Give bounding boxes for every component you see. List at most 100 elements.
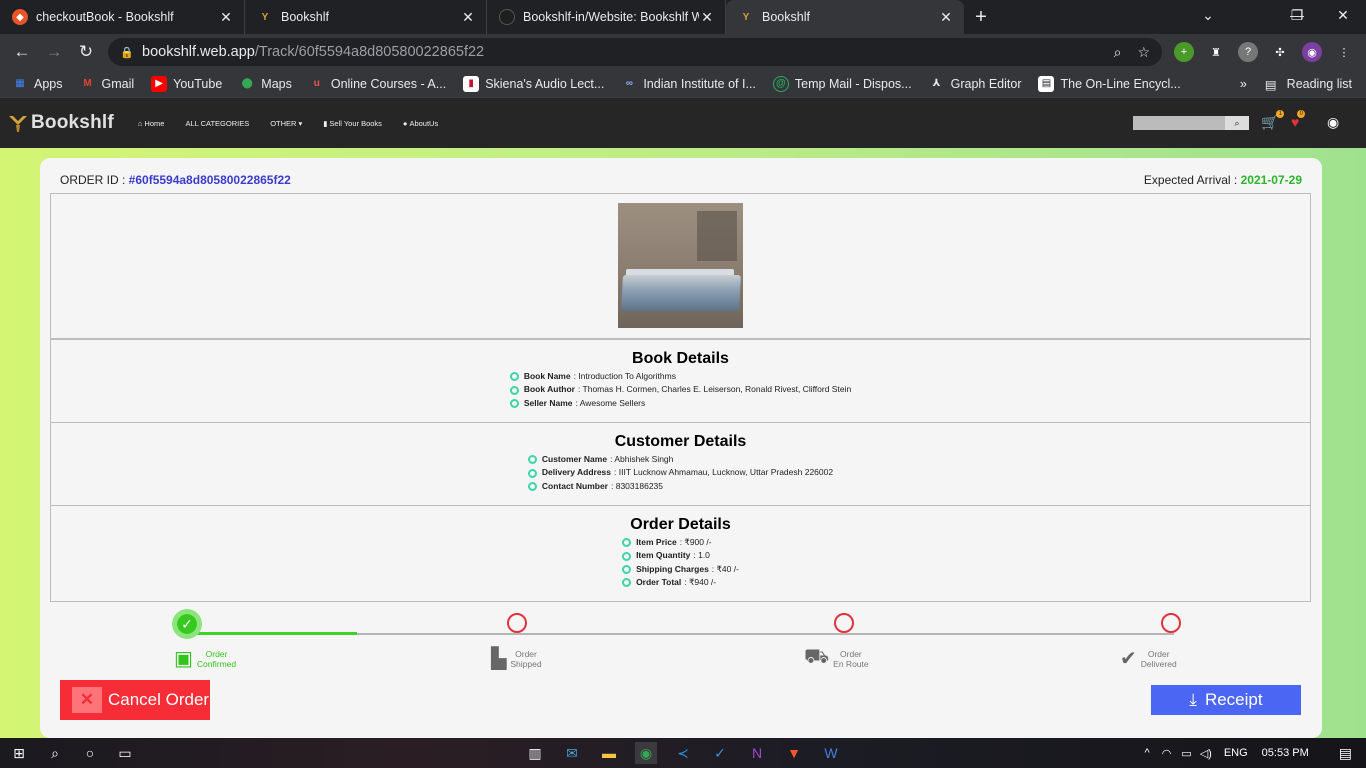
maps-pin-icon: ⬤ [241,78,253,89]
close-tab-icon[interactable]: ✕ [938,9,954,26]
customer-details-section: Customer Details Customer Name: Abhishek… [50,422,1311,506]
extensions-puzzle-icon[interactable]: ✣ [1270,42,1290,62]
nav-about[interactable]: ● AboutUs [403,119,438,128]
windows-start-icon[interactable]: ⊞ [8,742,30,764]
bookshlf-logo-icon: Y [261,11,269,23]
nav-all-categories[interactable]: ALL CATEGORIES [185,119,249,128]
page-background: ORDER ID : #60f5594a8d80580022865f22 Exp… [0,148,1366,738]
double-check-icon: ✔ [1120,648,1137,670]
wishlist-heart-icon[interactable]: ♥ 0 [1291,110,1306,130]
language-indicator[interactable]: ENG [1224,747,1248,759]
detail-order-total: Order Total: ₹940 /- [622,576,739,589]
bookmark-star-icon[interactable]: ☆ [1137,44,1150,61]
nav-other[interactable]: OTHER ▾ [270,119,302,128]
bookmark-iiit[interactable]: ∞ Indian Institute of I... [621,76,756,92]
bookmark-skiena[interactable]: ▮ Skiena's Audio Lect... [463,75,604,92]
task-view-icon[interactable]: ▭ [114,742,136,764]
nav-home[interactable]: ⌂ Home [138,119,165,128]
menu-dots-icon[interactable]: ⋮ [1334,42,1354,62]
tab-bookshlf-1[interactable]: Y Bookshlf ✕ [245,0,487,34]
checkmark-icon: ✓ [181,615,193,632]
graph-icon: ⅄ [932,78,941,89]
site-search-input[interactable] [1133,116,1225,130]
home-icon: ⌂ [137,118,143,128]
store-icon[interactable]: ▥ [524,742,546,764]
cancel-order-button[interactable]: ✕ Cancel Order [60,680,210,720]
onenote-icon[interactable]: N [746,742,768,764]
detail-contact-number: Contact Number: 8303186235 [527,480,833,493]
order-details-section: Order Details Item Price: ₹900 /- Item Q… [50,505,1311,602]
wifi-icon[interactable]: ◠ [1162,747,1172,760]
todo-icon[interactable]: ✓ [709,742,731,764]
skiena-icon: ▮ [463,75,480,92]
tab-bookshlf-active[interactable]: Y Bookshlf ✕ [726,0,964,34]
forward-arrow-icon[interactable]: → [38,36,70,68]
book-details-section: Book Details Book Name: Introduction To … [50,339,1311,423]
browser-toolbar: ← → ↻ 🔒 bookshlf.web.app/Track/60f5594a8… [0,34,1366,70]
bookmark-oeis[interactable]: ▤ The On-Line Encycl... [1038,75,1181,92]
mail-icon[interactable]: ✉ [561,742,583,764]
tab-search-icon[interactable]: ⌄ [1185,0,1231,30]
close-tab-icon[interactable]: ✕ [699,9,715,26]
back-arrow-icon[interactable]: ← [6,36,38,68]
extension-plus-icon[interactable]: + [1174,42,1194,62]
restore-button[interactable]: ❐ [1274,0,1320,30]
nav-sell-books[interactable]: ▮ Sell Your Books [323,119,382,128]
extension-lighthouse-icon[interactable]: ♜ [1206,42,1226,62]
site-brand[interactable]: Bookshlf [8,112,114,134]
bookmark-temp-mail[interactable]: @ Temp Mail - Dispos... [772,75,912,92]
book-icon: ▮ [323,118,328,128]
bookmark-apps[interactable]: ▦ Apps [12,76,62,92]
battery-icon[interactable]: ▭ [1181,747,1191,760]
reading-list-icon: ▤ [1264,77,1277,92]
detail-book-author: Book Author: Thomas H. Cormen, Charles E… [509,383,851,396]
search-icon[interactable]: ⌕ [1225,116,1249,130]
extension-shield-icon[interactable]: ? [1238,42,1258,62]
bullet-circle-icon [527,455,537,465]
oeis-icon: ▤ [1038,75,1055,92]
reload-icon[interactable]: ↻ [70,36,102,68]
address-bar[interactable]: 🔒 bookshlf.web.app/Track/60f5594a8d80580… [108,38,1162,66]
bookmark-gmail[interactable]: M Gmail [80,76,134,92]
bookmark-online-courses[interactable]: u Online Courses - A... [309,76,446,92]
close-x-icon: ✕ [72,687,102,713]
receipt-button[interactable]: ⤓ Receipt [1151,685,1301,715]
bookmark-graph-editor[interactable]: ⅄ Graph Editor [929,76,1022,92]
search-icon[interactable]: ⌕ [44,742,66,764]
close-tab-icon[interactable]: ✕ [460,9,476,26]
tab-github[interactable]: Bookshlf-in/Website: Bookshlf W ✕ [487,0,726,34]
chevron-up-icon[interactable]: ^ [1145,747,1150,759]
chrome-icon[interactable]: ◉ [635,742,657,764]
notifications-icon[interactable]: ▤ [1339,745,1352,762]
vscode-icon[interactable]: ≺ [672,742,694,764]
close-tab-icon[interactable]: ✕ [218,9,234,26]
more-bookmarks-icon[interactable]: » [1240,77,1247,91]
cortana-icon[interactable]: ○ [79,742,101,764]
clock[interactable]: 05:53 PM [1262,747,1309,759]
volume-icon[interactable]: ◁) [1200,747,1212,760]
profile-avatar[interactable]: ◉ [1302,42,1322,62]
bullet-circle-icon [622,551,632,561]
bookmark-youtube[interactable]: ▶ YouTube [151,75,222,92]
tempmail-icon: @ [772,75,789,92]
file-explorer-icon[interactable]: ▬ [598,742,620,764]
youtube-icon: ▶ [151,75,168,92]
detail-seller-name: Seller Name: Awesome Sellers [509,397,851,410]
tab-checkoutbook[interactable]: ◆ checkoutBook - Bookshlf ✕ [0,0,245,34]
step-en-route: ⛟ Order En Route [804,646,869,671]
close-window-button[interactable]: ✕ [1320,0,1366,30]
brave-icon[interactable]: ▼ [783,742,805,764]
whiteboard-icon[interactable]: W [820,742,842,764]
system-tray: ^ ◠ ▭ ◁) ENG 05:53 PM ▤ [1145,738,1366,768]
cart-icon[interactable]: 🛒 1 [1261,110,1285,131]
bullet-circle-icon [622,578,632,588]
reading-list-link[interactable]: Reading list [1287,77,1352,91]
caret-down-icon: ▾ [298,118,303,128]
bookmark-maps[interactable]: ⬤ Maps [239,76,292,92]
user-account-icon[interactable]: ◉ [1327,114,1339,131]
step-delivered-node [1161,613,1181,633]
info-icon: ● [402,118,408,128]
detail-shipping-charges: Shipping Charges: ₹40 /- [622,563,739,576]
new-tab-button[interactable]: + [964,0,998,34]
zoom-search-icon[interactable]: ⌕ [1114,44,1122,61]
